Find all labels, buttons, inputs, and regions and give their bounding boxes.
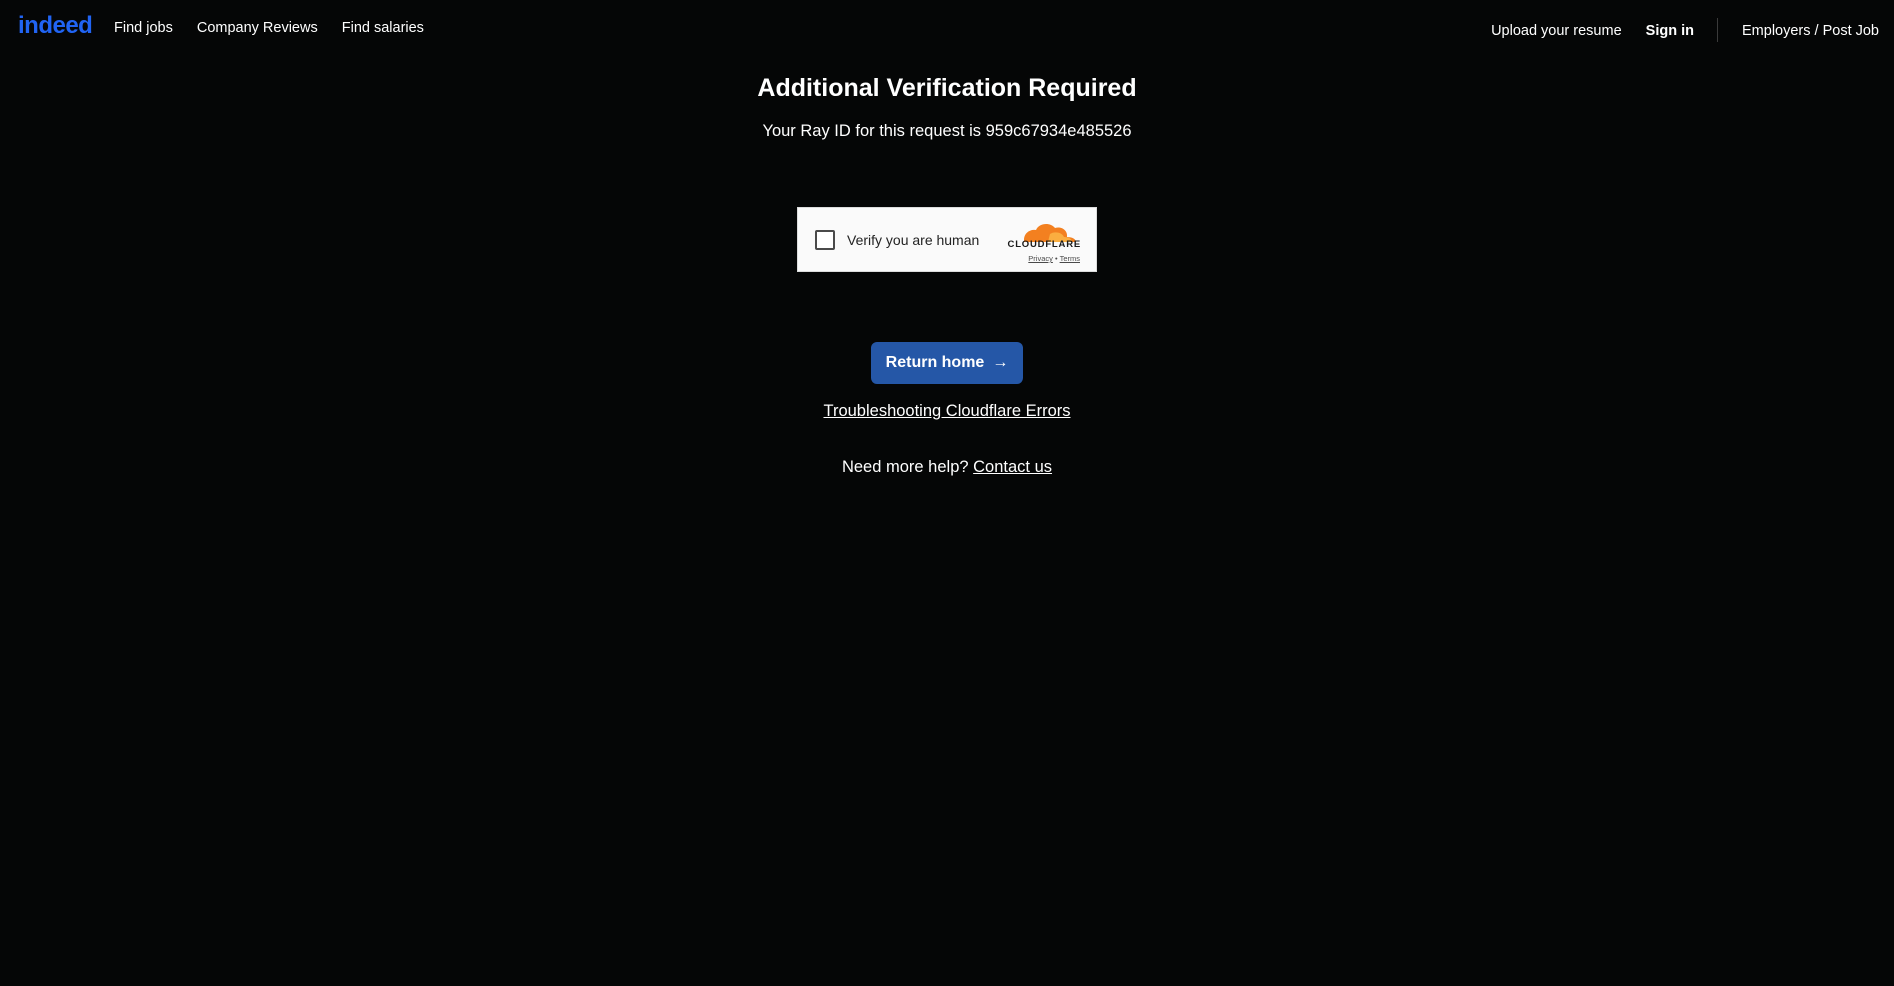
indeed-logo[interactable]: indeed — [18, 12, 93, 40]
ray-id-prefix: Your Ray ID for this request is — [762, 122, 982, 140]
cloudflare-turnstile-widget: Verify you are human CLOUDFLARE Privacy … — [797, 207, 1097, 272]
links-separator: • — [1054, 254, 1058, 263]
verify-checkbox[interactable] — [815, 230, 835, 250]
contact-us-link[interactable]: Contact us — [973, 458, 1052, 476]
page-title: Additional Verification Required — [757, 74, 1137, 102]
secondary-nav: Upload your resume Sign in Employers / P… — [1491, 18, 1879, 42]
return-home-label: Return home — [885, 354, 985, 371]
sign-in-link[interactable]: Sign in — [1646, 23, 1694, 39]
verify-label: Verify you are human — [847, 232, 980, 248]
nav-divider — [1717, 18, 1718, 42]
return-home-button[interactable]: Return home → — [871, 342, 1023, 384]
troubleshoot-link[interactable]: Troubleshooting Cloudflare Errors — [823, 402, 1070, 420]
nav-find-jobs[interactable]: Find jobs — [114, 20, 173, 36]
site-header: indeed Find jobs Company Reviews Find sa… — [0, 0, 1894, 58]
employers-post-job-link[interactable]: Employers / Post Job — [1742, 23, 1879, 39]
ray-id-text: Your Ray ID for this request is 959c6793… — [0, 122, 1894, 141]
help-text: Need more help? — [841, 458, 969, 476]
arrow-right-icon: → — [992, 354, 1009, 371]
nav-company-reviews[interactable]: Company Reviews — [197, 20, 318, 36]
primary-nav: Find jobs Company Reviews Find salaries — [114, 20, 424, 36]
cloudflare-links: Privacy • Terms — [1028, 254, 1080, 263]
nav-find-salaries[interactable]: Find salaries — [342, 20, 424, 36]
terms-link[interactable]: Terms — [1060, 254, 1080, 263]
help-section: Need more help? Contact us — [0, 458, 1894, 477]
troubleshoot-section: Troubleshooting Cloudflare Errors — [0, 402, 1894, 421]
privacy-link[interactable]: Privacy — [1028, 254, 1053, 263]
upload-resume-link[interactable]: Upload your resume — [1491, 23, 1622, 39]
cloudflare-brand-text: CLOUDFLARE — [1007, 239, 1081, 250]
ray-id-value: 959c67934e485526 — [985, 122, 1132, 140]
